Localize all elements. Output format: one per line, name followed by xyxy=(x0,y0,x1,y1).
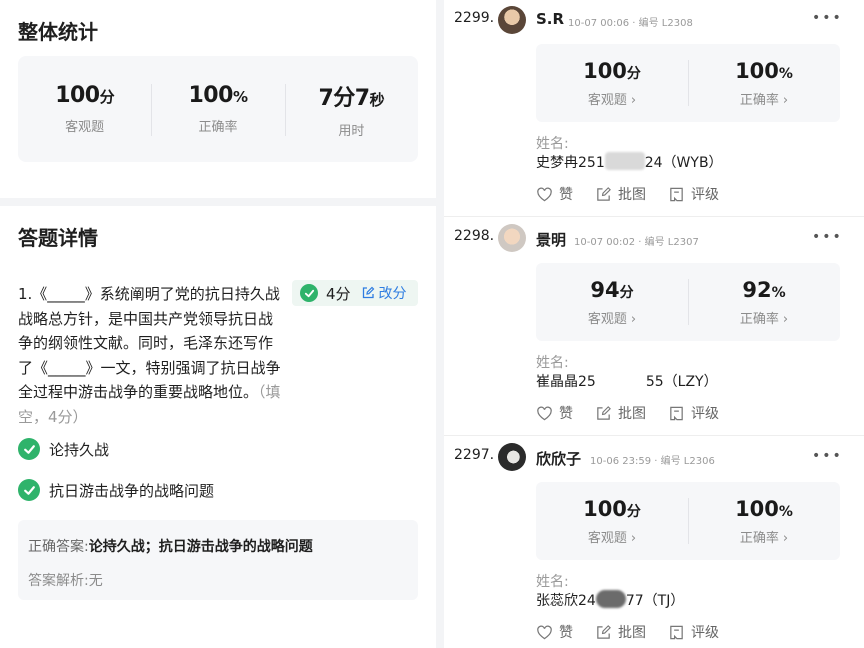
answer-item: 抗日游击战争的战略问题 xyxy=(18,479,214,501)
avatar[interactable] xyxy=(498,224,526,252)
heart-icon xyxy=(537,187,552,201)
edit-icon xyxy=(597,405,611,420)
correct-answer-box: 正确答案:论持久战；抗日游击战争的战略问题 答案解析:无 xyxy=(18,520,418,600)
score-stat[interactable]: 94分 客观题 › xyxy=(536,263,688,341)
check-icon xyxy=(18,479,40,501)
score-pill: 4分 改分 xyxy=(292,280,418,306)
section-divider xyxy=(0,198,436,206)
avatar[interactable] xyxy=(498,443,526,471)
divider xyxy=(444,435,864,436)
more-options-icon[interactable]: ••• xyxy=(812,448,843,464)
check-icon xyxy=(300,284,318,302)
accuracy-stat[interactable]: 92% 正确率 › xyxy=(688,263,840,341)
annotate-button[interactable]: 批图 xyxy=(595,403,646,423)
divider xyxy=(444,216,864,217)
question-score: 4分 xyxy=(326,284,351,303)
user-name[interactable]: S.R xyxy=(536,10,564,28)
field-label: 姓名: xyxy=(536,574,569,590)
redaction-blur xyxy=(604,152,645,170)
chevron-right-icon: › xyxy=(782,530,789,546)
stat-accuracy: 100% 正确率 xyxy=(151,56,284,162)
field-value: 张蕊欣24 77（TJ） xyxy=(536,590,684,610)
check-icon xyxy=(18,438,40,460)
bookmark-icon xyxy=(670,625,683,639)
rate-button[interactable]: 评级 xyxy=(668,184,719,204)
more-options-icon[interactable]: ••• xyxy=(812,10,843,26)
post-meta: 10-06 23:59 · 编号 L2306 xyxy=(590,456,715,467)
answer-analysis: 答案解析:无 xyxy=(28,573,103,589)
rank-number: 2297. xyxy=(454,447,495,463)
correct-answer: 正确答案:论持久战；抗日游击战争的战略问题 xyxy=(28,539,313,555)
chevron-right-icon: › xyxy=(782,92,789,108)
post-actions: 赞 批图 评级 xyxy=(536,622,741,642)
stat-label: 用时 xyxy=(338,123,365,139)
overall-title: 整体统计 xyxy=(18,20,98,44)
post-meta: 10-07 00:06 · 编号 L2308 xyxy=(568,18,693,29)
bookmark-icon xyxy=(670,187,683,201)
edit-icon xyxy=(597,186,611,201)
score-stat[interactable]: 100分 客观题 › xyxy=(536,44,688,122)
question-text: 1.《_____》系统阐明了党的抗日持久战战略总方针，是中国共产党领导抗日战争的… xyxy=(18,285,281,426)
left-panel: 整体统计 100分 客观题 100% 正确率 7分7秒 用时 答题详情 1.《_… xyxy=(0,0,436,648)
score-card: 100分 客观题 › 100% 正确率 › xyxy=(536,44,840,122)
chevron-right-icon: › xyxy=(630,311,637,327)
score-stat[interactable]: 100分 客观题 › xyxy=(536,482,688,560)
stat-value: 100分 xyxy=(55,83,115,108)
like-button[interactable]: 赞 xyxy=(536,403,573,423)
user-name[interactable]: 景明 xyxy=(536,229,566,250)
chevron-right-icon: › xyxy=(630,530,637,546)
bookmark-icon xyxy=(670,406,683,420)
submission-feed: 2299. S.R 10-07 00:06 · 编号 L2308 ••• 100… xyxy=(444,0,864,648)
annotate-button[interactable]: 批图 xyxy=(595,622,646,642)
rate-button[interactable]: 评级 xyxy=(668,403,719,423)
rank-number: 2298. xyxy=(454,228,495,244)
chevron-right-icon: › xyxy=(630,92,637,108)
field-value: 史梦冉251 24（WYB） xyxy=(536,152,723,172)
details-title: 答题详情 xyxy=(18,226,98,250)
field-value: 崔晶晶25 55（LZY） xyxy=(536,371,718,391)
stat-time: 7分7秒 用时 xyxy=(284,56,418,162)
panel-divider xyxy=(436,0,444,648)
post-actions: 赞 批图 评级 xyxy=(536,403,741,423)
chevron-right-icon: › xyxy=(782,311,789,327)
overall-stats-card: 100分 客观题 100% 正确率 7分7秒 用时 xyxy=(18,56,418,162)
answer-item: 论持久战 xyxy=(18,438,109,460)
field-label: 姓名: xyxy=(536,136,569,152)
rate-button[interactable]: 评级 xyxy=(668,622,719,642)
stat-label: 正确率 xyxy=(198,120,238,135)
stat-value: 7分7秒 xyxy=(318,85,385,111)
redaction-blur xyxy=(595,371,646,389)
like-button[interactable]: 赞 xyxy=(536,184,573,204)
like-button[interactable]: 赞 xyxy=(536,622,573,642)
more-options-icon[interactable]: ••• xyxy=(812,229,843,245)
field-label: 姓名: xyxy=(536,355,569,371)
score-card: 100分 客观题 › 100% 正确率 › xyxy=(536,482,840,560)
user-name[interactable]: 欣欣子 xyxy=(536,448,581,469)
heart-icon xyxy=(537,625,552,639)
redaction-blur xyxy=(595,590,626,608)
edit-icon xyxy=(362,286,374,299)
accuracy-stat[interactable]: 100% 正确率 › xyxy=(688,482,840,560)
accuracy-stat[interactable]: 100% 正确率 › xyxy=(688,44,840,122)
post-actions: 赞 批图 评级 xyxy=(536,184,741,204)
avatar[interactable] xyxy=(498,6,526,34)
stat-value: 100% xyxy=(188,83,248,108)
annotate-button[interactable]: 批图 xyxy=(595,184,646,204)
edit-icon xyxy=(597,624,611,639)
rank-number: 2299. xyxy=(454,10,495,26)
stat-objective: 100分 客观题 xyxy=(18,56,151,162)
stat-label: 客观题 xyxy=(65,120,105,135)
edit-score-button[interactable]: 改分 xyxy=(361,283,407,303)
heart-icon xyxy=(537,406,552,420)
post-meta: 10-07 00:02 · 编号 L2307 xyxy=(574,237,699,248)
score-card: 94分 客观题 › 92% 正确率 › xyxy=(536,263,840,341)
